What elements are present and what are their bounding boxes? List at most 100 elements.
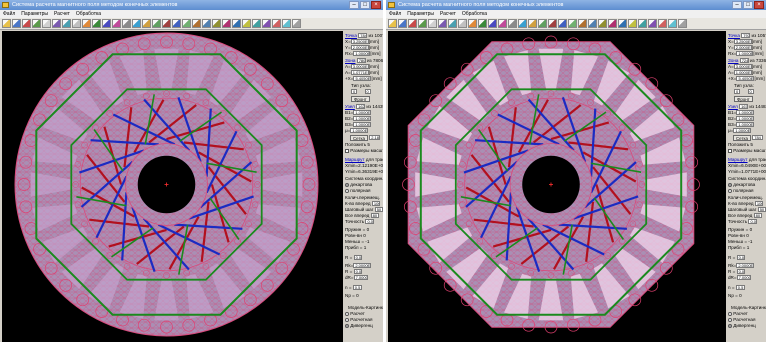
front-button[interactable]: Фронт (734, 96, 753, 102)
b3-field[interactable]: 1.0000E+00 (353, 122, 372, 127)
a-field[interactable]: 3.0000E+00 (350, 64, 369, 69)
toolbar-button-icon[interactable] (182, 19, 191, 28)
toolbar-button-icon[interactable] (52, 19, 61, 28)
mode-calc-radio[interactable] (728, 311, 732, 316)
toolbar-button-icon[interactable] (172, 19, 181, 28)
toolbar-button-icon[interactable] (122, 19, 131, 28)
n-field[interactable]: 0.5 (735, 285, 745, 290)
toolbar-button-icon[interactable] (42, 19, 51, 28)
toolbar-button-icon[interactable] (102, 19, 111, 28)
all-forward-field[interactable]: 80 (370, 213, 379, 218)
b2-field[interactable]: 1.0000E+00 (353, 116, 372, 121)
toolbar-button-icon[interactable] (498, 19, 507, 28)
mu-field[interactable]: 1.0000E+00 (350, 128, 369, 133)
toolbar-button-icon[interactable] (408, 19, 417, 28)
motor-mesh-drawing[interactable] (388, 31, 726, 342)
b1-field[interactable]: 1.0000E+00 (353, 110, 372, 115)
toolbar-button-icon[interactable] (162, 19, 171, 28)
toolbar-button-icon[interactable] (242, 19, 251, 28)
toolbar-button-icon[interactable] (598, 19, 607, 28)
node-type-right[interactable]: 0 (364, 89, 371, 94)
toolbar-button-icon[interactable] (232, 19, 241, 28)
toolbar-button-icon[interactable] (658, 19, 667, 28)
toolbar-button-icon[interactable] (618, 19, 627, 28)
zone-field[interactable]: 7807 (356, 58, 366, 63)
motor-mesh-drawing[interactable] (2, 31, 343, 342)
minimize-icon[interactable]: – (349, 1, 359, 9)
node-field[interactable]: 1622 (356, 104, 366, 109)
close-icon[interactable]: × (754, 1, 764, 9)
forward-field[interactable]: 100 (371, 201, 380, 206)
menu-parameters[interactable]: Параметры (21, 10, 48, 18)
toolbar-button-icon[interactable] (528, 19, 537, 28)
a-field[interactable]: 3.0000E+00 (733, 64, 752, 69)
mode-calc-radio[interactable] (345, 311, 349, 316)
toolbar-button-icon[interactable] (12, 19, 21, 28)
dr-field[interactable]: 7.0000 (353, 275, 368, 280)
toolbar-button-icon[interactable] (438, 19, 447, 28)
toolbar-button-icon[interactable] (418, 19, 427, 28)
toolbar-button-icon[interactable] (222, 19, 231, 28)
toolbar-button-icon[interactable] (62, 19, 71, 28)
close-icon[interactable]: × (371, 1, 381, 9)
x-field[interactable]: 3.2500E+00 (733, 39, 752, 44)
mode-div-radio[interactable] (345, 323, 349, 328)
b1-field[interactable]: 1.0000E+00 (736, 110, 755, 115)
ax-field[interactable]: 1.0000E+00 (733, 70, 752, 75)
polar-radio[interactable] (345, 188, 349, 193)
toolbar-button-icon[interactable] (468, 19, 477, 28)
mode-div-radio[interactable] (728, 323, 732, 328)
node-type-left[interactable]: 0 (351, 89, 358, 94)
rx-field[interactable]: 1.0000E+01 (736, 51, 754, 56)
toolbar-button-icon[interactable] (478, 19, 487, 28)
rx-field[interactable]: 1.0000E+01 (353, 51, 371, 56)
toolbar-button-icon[interactable] (2, 19, 11, 28)
b2-field[interactable]: 1.0000E+00 (736, 116, 755, 121)
maximize-icon[interactable]: □ (360, 1, 370, 9)
mesh-value-field[interactable]: 2.180 (369, 135, 381, 140)
zone-field[interactable]: 7240 (739, 58, 749, 63)
menu-parameters[interactable]: Параметры (407, 10, 434, 18)
menu-calculation[interactable]: Расчет (54, 10, 70, 18)
toolbar-button-icon[interactable] (648, 19, 657, 28)
toolbar-button-icon[interactable] (578, 19, 587, 28)
mesh-button[interactable]: Сетка (350, 135, 368, 141)
mesh-value-field[interactable]: 784 (752, 135, 764, 140)
xpos-field[interactable]: 5.4050E+00 (353, 76, 372, 81)
scale-checkbox[interactable] (728, 148, 732, 153)
node-type-left[interactable]: 0 (734, 89, 741, 94)
toolbar-button-icon[interactable] (448, 19, 457, 28)
toolbar-button-icon[interactable] (92, 19, 101, 28)
toolbar-button-icon[interactable] (72, 19, 81, 28)
mode-grid-radio[interactable] (345, 317, 349, 322)
node-field[interactable]: 1670 (739, 104, 749, 109)
toolbar-button-icon[interactable] (548, 19, 557, 28)
mesh-canvas[interactable] (2, 31, 343, 342)
toolbar-button-icon[interactable] (262, 19, 271, 28)
rk-field[interactable]: 2.0000E+00 (736, 263, 755, 268)
r2-field[interactable]: 0.0 (353, 269, 362, 274)
toolbar-button-icon[interactable] (152, 19, 161, 28)
toolbar-button-icon[interactable] (202, 19, 211, 28)
node-type-right[interactable]: 0 (747, 89, 754, 94)
step-field[interactable]: 50 (374, 207, 383, 212)
toolbar-button-icon[interactable] (192, 19, 201, 28)
menu-file[interactable]: Файл (3, 10, 15, 18)
mu-field[interactable]: 1.0000E+00 (733, 128, 752, 133)
r-field[interactable]: 0.0 (353, 255, 362, 260)
minimize-icon[interactable]: – (732, 1, 742, 9)
toolbar-button-icon[interactable] (272, 19, 281, 28)
cartesian-radio[interactable] (345, 182, 349, 187)
toolbar-button-icon[interactable] (292, 19, 301, 28)
toolbar-button-icon[interactable] (212, 19, 221, 28)
toolbar-button-icon[interactable] (388, 19, 397, 28)
toolbar-button-icon[interactable] (628, 19, 637, 28)
toolbar-button-icon[interactable] (252, 19, 261, 28)
n-field[interactable]: 0.5 (352, 285, 362, 290)
accuracy-field[interactable]: 0.00 (365, 219, 375, 224)
r2-field[interactable]: 0.0 (736, 269, 745, 274)
toolbar-button-icon[interactable] (488, 19, 497, 28)
toolbar-button-icon[interactable] (638, 19, 647, 28)
toolbar-button-icon[interactable] (398, 19, 407, 28)
toolbar-button-icon[interactable] (508, 19, 517, 28)
